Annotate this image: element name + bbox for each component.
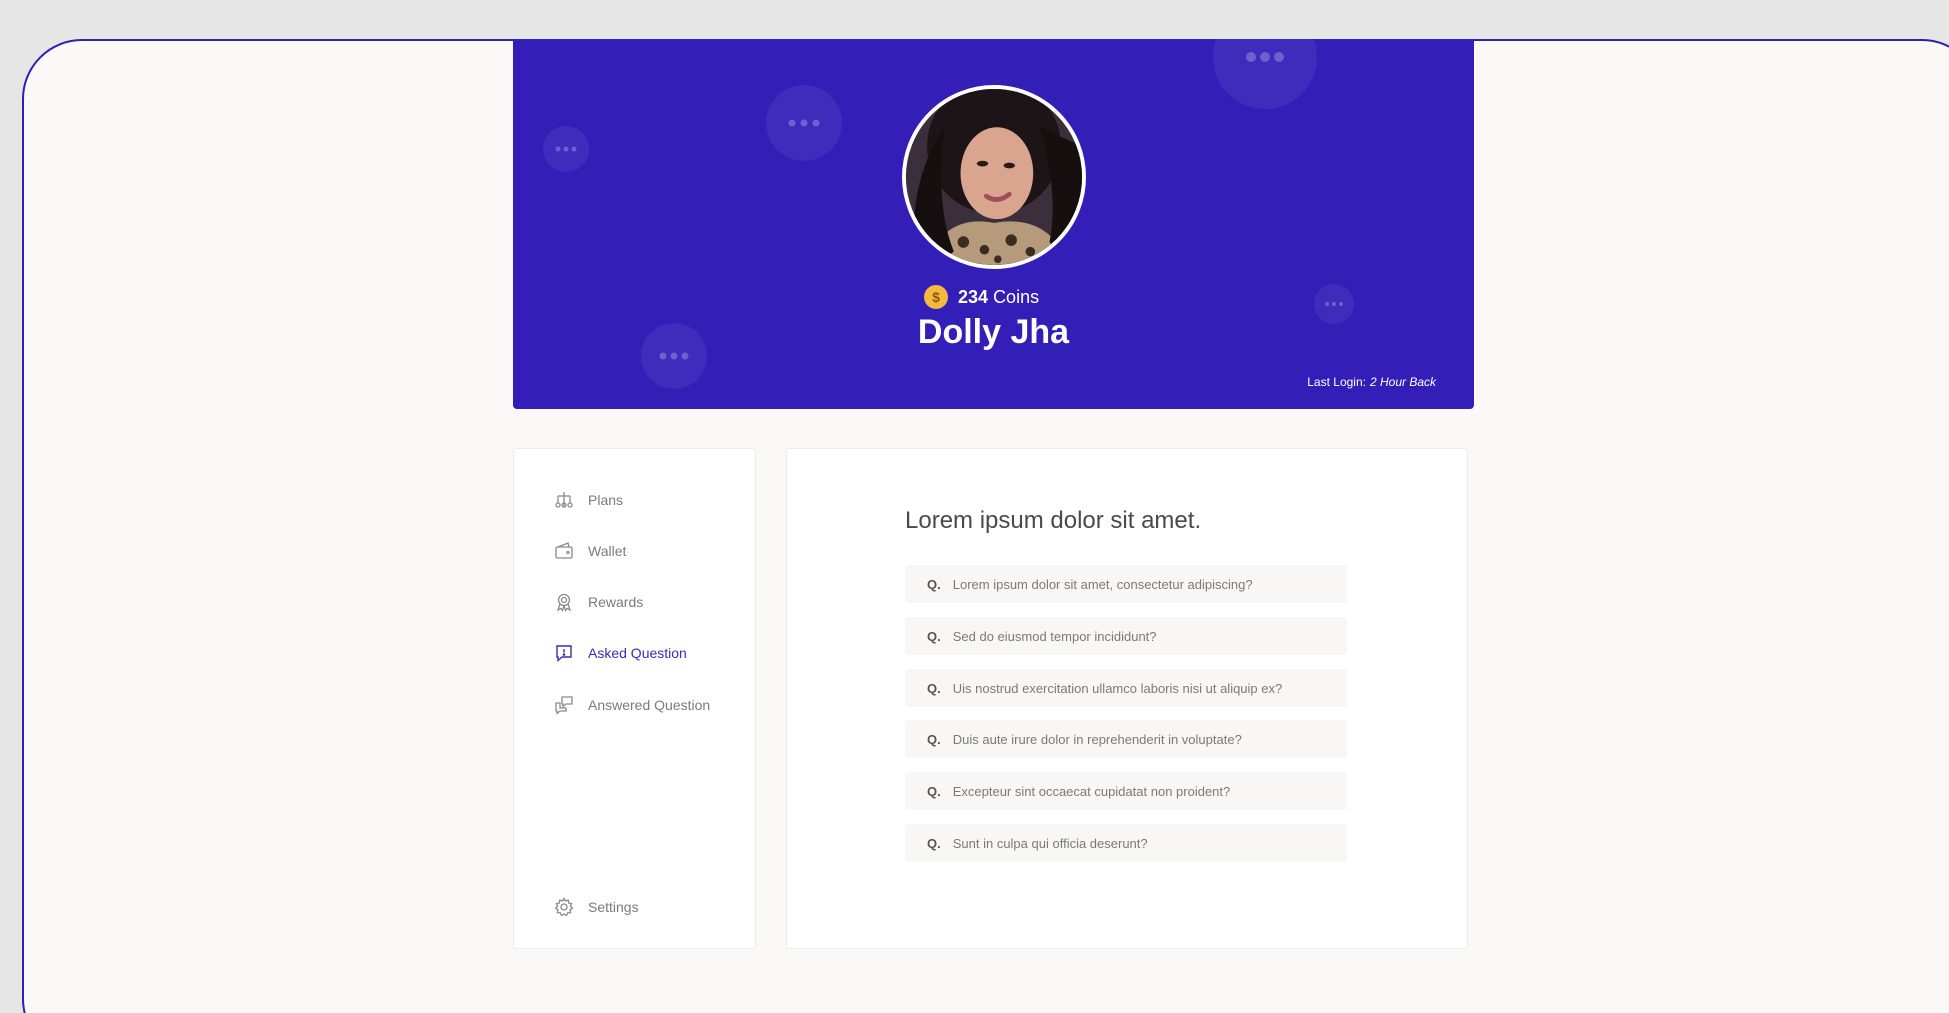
sidebar-item-asked-question[interactable]: Asked Question (554, 639, 687, 667)
sidebar-item-settings[interactable]: Settings (554, 893, 639, 921)
question-text: Excepteur sint occaecat cupidatat non pr… (952, 783, 1231, 799)
question-item[interactable]: Q. Lorem ipsum dolor sit amet, consectet… (905, 565, 1347, 603)
plans-icon (555, 492, 573, 508)
sidebar-item-label: Wallet (588, 543, 627, 559)
question-text: Sed do eiusmod tempor incididunt? (952, 628, 1157, 644)
sidebar-item-label: Asked Question (588, 645, 687, 661)
sidebar-nav: Plans Wallet Rewards Asked Question Answ… (513, 448, 756, 949)
last-login-value: 2 Hour Back (1369, 375, 1436, 389)
rewards-icon (556, 593, 572, 612)
sidebar-item-label: Plans (588, 492, 624, 508)
answered-question-icon (555, 696, 573, 715)
question-prefix: Q. (927, 680, 941, 696)
asked-question-icon (556, 645, 572, 663)
question-text: Lorem ipsum dolor sit amet, consectetur … (952, 576, 1253, 592)
coins-value: 234 (958, 286, 989, 307)
coins-balance: $ 234 Coins (924, 284, 1039, 310)
question-prefix: Q. (927, 576, 941, 592)
last-login: Last Login: 2 Hour Back (1307, 375, 1436, 389)
chat-bubble-icon (766, 85, 842, 161)
question-prefix: Q. (927, 783, 941, 799)
questions-panel: Lorem ipsum dolor sit amet. Q. Lorem ips… (786, 448, 1468, 949)
question-item[interactable]: Q. Sunt in culpa qui officia deserunt? (905, 824, 1347, 862)
sidebar-item-answered-question[interactable]: Answered Question (554, 691, 710, 719)
profile-banner: $ 234 Coins Dolly Jha Last Login: 2 Hour … (513, 39, 1474, 409)
gear-icon (554, 897, 574, 917)
sidebar-item-label: Rewards (588, 594, 644, 610)
question-prefix: Q. (927, 628, 941, 644)
page-title: Lorem ipsum dolor sit amet. (905, 507, 1202, 534)
sidebar-item-label: Answered Question (588, 697, 711, 713)
question-item[interactable]: Q. Uis nostrud exercitation ullamco labo… (905, 669, 1347, 707)
sidebar-item-rewards[interactable]: Rewards (554, 588, 643, 616)
question-text: Uis nostrud exercitation ullamco laboris… (952, 680, 1283, 696)
user-name: Dolly Jha (917, 313, 1070, 351)
chat-bubble-icon (543, 126, 589, 172)
coin-icon: $ (924, 285, 948, 309)
sidebar-item-plans[interactable]: Plans (554, 486, 623, 514)
sidebar-item-wallet[interactable]: Wallet (554, 537, 626, 565)
chat-bubble-icon (1213, 39, 1317, 109)
question-item[interactable]: Q. Duis aute irure dolor in reprehenderi… (905, 720, 1347, 758)
question-text: Duis aute irure dolor in reprehenderit i… (952, 731, 1242, 747)
question-prefix: Q. (927, 835, 941, 851)
question-item[interactable]: Q. Excepteur sint occaecat cupidatat non… (905, 772, 1347, 810)
question-item[interactable]: Q. Sed do eiusmod tempor incididunt? (905, 617, 1347, 655)
avatar (902, 85, 1086, 269)
wallet-icon (555, 542, 573, 559)
last-login-label: Last Login: (1307, 375, 1366, 389)
coins-label: Coins (993, 286, 1040, 307)
question-text: Sunt in culpa qui officia deserunt? (952, 835, 1148, 851)
settings-label: Settings (588, 899, 639, 915)
question-prefix: Q. (927, 731, 941, 747)
